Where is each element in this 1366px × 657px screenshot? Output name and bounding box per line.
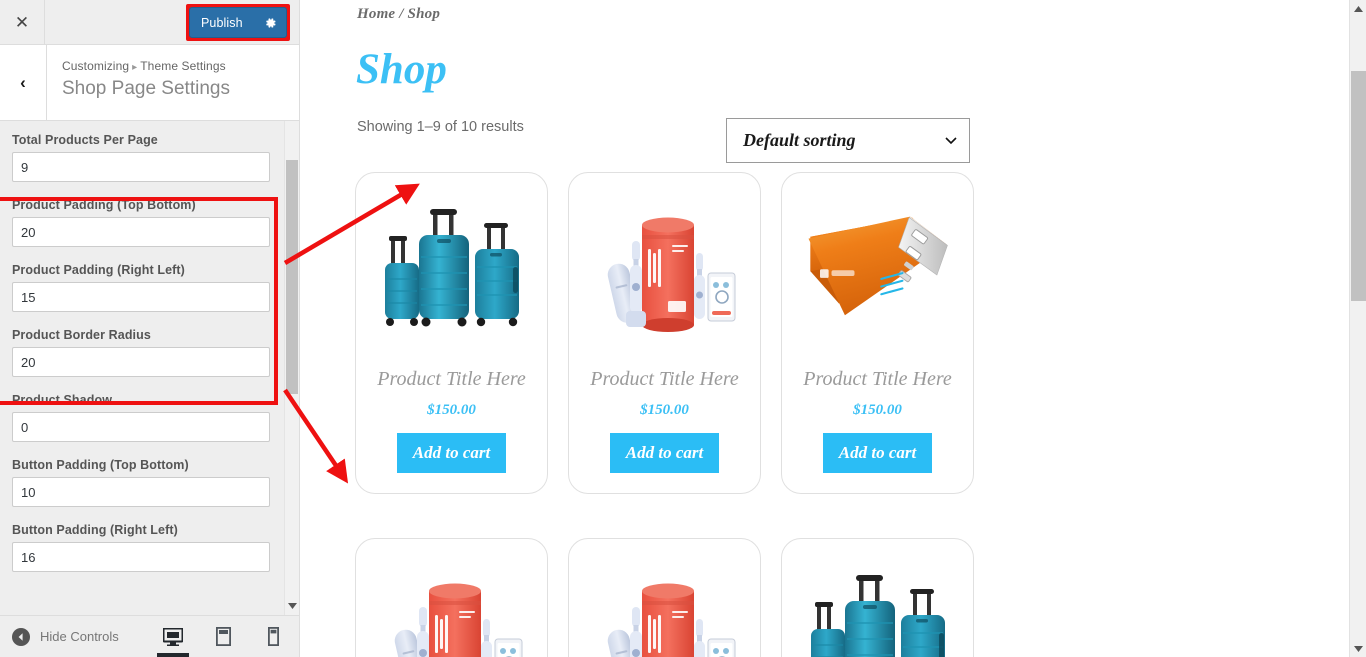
shop-breadcrumb[interactable]: Home / Shop [357,6,440,23]
panel-header: ‹ Customizing ▸ Theme Settings Shop Page S… [0,45,299,121]
add-to-cart-button[interactable]: Add to cart [609,433,720,473]
page-title: Shop Page Settings [62,78,230,99]
product-price: $150.00 [853,402,902,418]
scroll-down-arrow-icon[interactable] [1350,640,1366,657]
controls-scroll-region: Total Products Per Page Product Padding (… [0,121,299,615]
chevron-left-circle-icon [12,627,30,646]
control-button-padding-top-bottom: Button Padding (Top Bottom) [0,458,282,507]
button-padding-top-bottom-input[interactable] [12,477,270,507]
chevron-down-icon [945,136,957,144]
publish-highlight-box: Publish [186,4,290,41]
device-desktop-button[interactable] [157,616,189,657]
product-price: $150.00 [640,402,689,418]
product-image-red-toothbrush-kit[interactable] [584,559,745,657]
gear-icon[interactable] [264,16,277,29]
product-grid: Product Title Here $150.00 Add to cart P… [355,172,975,657]
button-padding-right-left-input[interactable] [12,542,270,572]
product-image-teal-luggage-set[interactable] [797,559,958,657]
customizer-footer: Hide Controls [0,615,299,657]
product-row: Product Title Here $150.00 Add to cart [355,172,975,494]
preview-scrollbar-thumb[interactable] [1351,71,1366,301]
breadcrumb-root[interactable]: Customizing [62,59,129,73]
customizer-screen: ✕ Publish ‹ Customizing ▸ Theme Settings S… [0,0,1366,657]
product-shadow-input[interactable] [12,412,270,442]
control-product-shadow: Product Shadow [0,393,282,442]
publish-button-label: Publish [201,15,243,30]
chevron-left-icon[interactable]: ‹ [0,45,47,120]
product-padding-top-bottom-input[interactable] [12,217,270,247]
result-count: Showing 1–9 of 10 results [357,119,524,135]
customizer-topbar: ✕ Publish [0,0,299,45]
scroll-up-arrow-icon[interactable] [1350,0,1366,17]
control-product-padding-right-left: Product Padding (Right Left) [0,263,282,312]
scroll-down-arrow-icon[interactable] [285,599,300,613]
product-card[interactable]: Product Title Here$150.00Add to cart [568,538,761,657]
breadcrumb-separator-icon: ▸ [132,62,138,73]
device-preview-switcher [157,616,285,657]
breadcrumb: Customizing ▸ Theme Settings [62,59,230,73]
desktop-icon [163,627,183,646]
product-shadow-label: Product Shadow [12,393,113,407]
product-price: $150.00 [427,402,476,418]
product-image-teal-luggage-set[interactable] [371,193,532,358]
product-card[interactable]: Product Title Here$150.00Add to cart [781,538,974,657]
control-product-padding-top-bottom: Product Padding (Top Bottom) [0,198,282,247]
mobile-icon [267,627,279,646]
panel-title-group: Customizing ▸ Theme Settings Shop Page Set… [62,59,230,100]
sorting-select[interactable]: Default sorting [726,118,970,163]
site-preview-pane: Home / Shop Shop Showing 1–9 of 10 resul… [300,0,1366,657]
publish-button[interactable]: Publish [189,7,287,38]
hide-controls-button[interactable]: Hide Controls [12,616,119,657]
device-tablet-button[interactable] [211,616,235,657]
total-products-per-page-input[interactable] [12,152,270,182]
product-card[interactable]: Product Title Here$150.00Add to cart [355,538,548,657]
hide-controls-label: Hide Controls [40,629,119,644]
control-button-padding-right-left: Button Padding (Right Left) [0,523,282,572]
breadcrumb-parent[interactable]: Theme Settings [140,59,225,73]
customizer-sidebar: ✕ Publish ‹ Customizing ▸ Theme Settings S… [0,0,300,657]
product-border-radius-label: Product Border Radius [12,328,151,342]
sidebar-scrollbar[interactable] [284,121,299,615]
product-image-red-toothbrush-kit[interactable] [371,559,532,657]
control-product-border-radius: Product Border Radius [0,328,282,377]
total-products-per-page-label: Total Products Per Page [12,133,158,147]
product-title[interactable]: Product Title Here [803,368,952,391]
product-image-orange-power-bank[interactable] [797,193,958,358]
sidebar-scrollbar-thumb[interactable] [286,160,298,394]
shop-page-title: Shop [356,46,447,93]
product-border-radius-input[interactable] [12,347,270,377]
controls-list: Total Products Per Page Product Padding (… [0,121,282,588]
product-row: Product Title Here$150.00Add to cart [355,538,975,657]
product-padding-right-left-input[interactable] [12,282,270,312]
device-mobile-button[interactable] [261,616,285,657]
close-icon[interactable]: ✕ [0,0,45,44]
add-to-cart-button[interactable]: Add to cart [396,433,507,473]
product-image-red-toothbrush-kit[interactable] [584,193,745,358]
product-title[interactable]: Product Title Here [377,368,526,391]
product-padding-top-bottom-label: Product Padding (Top Bottom) [12,198,196,212]
product-card[interactable]: Product Title Here $150.00 Add to cart [781,172,974,494]
button-padding-top-bottom-label: Button Padding (Top Bottom) [12,458,189,472]
button-padding-right-left-label: Button Padding (Right Left) [12,523,178,537]
sorting-select-value: Default sorting [743,130,856,150]
preview-scrollbar[interactable] [1349,0,1366,657]
product-card[interactable]: Product Title Here $150.00 Add to cart [568,172,761,494]
tablet-icon [215,627,231,646]
product-title[interactable]: Product Title Here [590,368,739,391]
control-total-products-per-page: Total Products Per Page [0,133,282,182]
product-card[interactable]: Product Title Here $150.00 Add to cart [355,172,548,494]
product-padding-right-left-label: Product Padding (Right Left) [12,263,185,277]
add-to-cart-button[interactable]: Add to cart [822,433,933,473]
